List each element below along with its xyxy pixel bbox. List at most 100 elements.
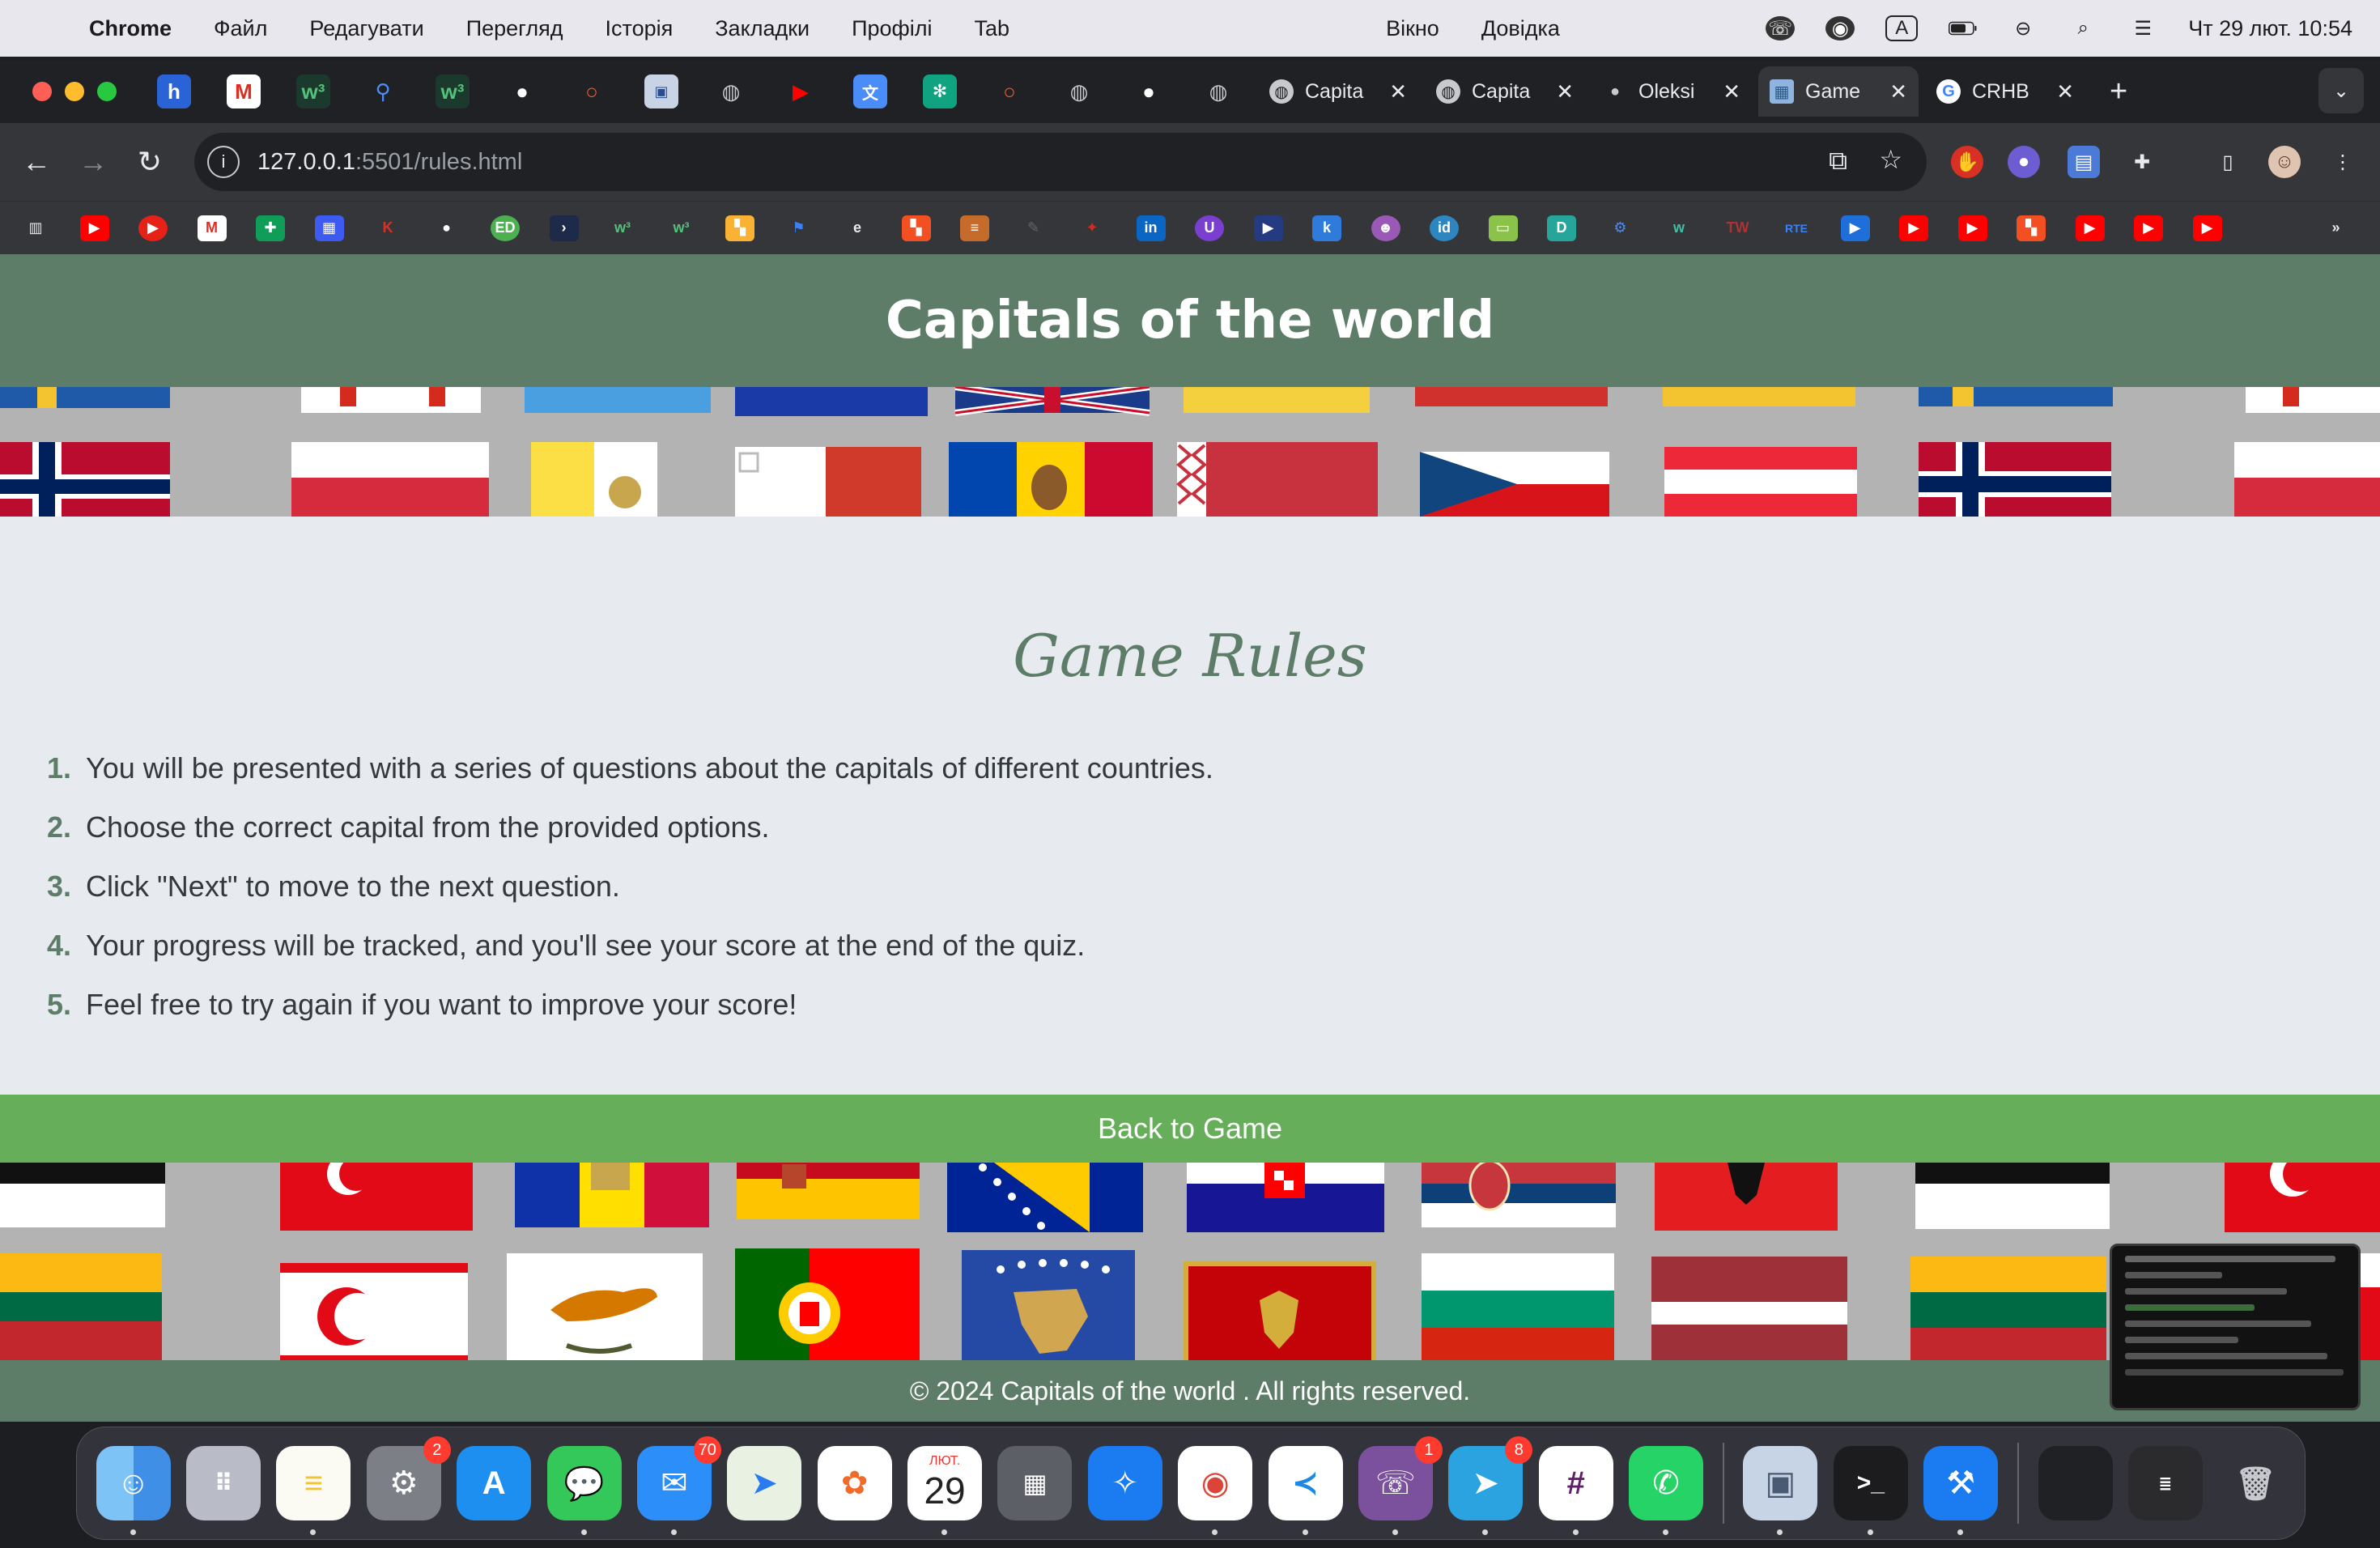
bookmark-k-blue-icon[interactable]: k bbox=[1312, 215, 1341, 241]
menu-window[interactable]: Вікно bbox=[1386, 16, 1439, 41]
bookmark-github-icon[interactable]: ● bbox=[431, 215, 461, 241]
ai-extension-icon[interactable]: ● bbox=[2008, 146, 2040, 178]
close-tab-icon[interactable]: ✕ bbox=[2056, 79, 2074, 104]
minimized-window-icon[interactable] bbox=[2038, 1446, 2113, 1520]
bookmark-w-icon[interactable]: w bbox=[1664, 215, 1694, 241]
bookmark-microsoft-icon[interactable]: ▚ bbox=[2017, 215, 2046, 241]
bookmark-d-icon[interactable]: D bbox=[1547, 215, 1576, 241]
minimize-window-button[interactable] bbox=[65, 82, 84, 101]
back-to-game-button[interactable]: Back to Game bbox=[0, 1095, 2380, 1163]
extension-x-icon[interactable]: ▤ bbox=[2068, 146, 2100, 178]
new-tab-button[interactable]: + bbox=[2110, 74, 2127, 109]
site-info-icon[interactable]: i bbox=[207, 146, 240, 178]
pinned-tab-chatgpt-icon[interactable]: ✻ bbox=[923, 74, 957, 108]
xcode-icon[interactable]: ⚒ bbox=[1923, 1446, 1999, 1535]
bookmark-skull-icon[interactable]: ☻ bbox=[1371, 215, 1400, 241]
vscode-icon[interactable]: ≺ bbox=[1268, 1446, 1343, 1535]
translate-icon[interactable]: ⧉ bbox=[1829, 146, 1847, 176]
grammarly-status-icon[interactable]: ◉ bbox=[1825, 16, 1855, 40]
bookmark-gmail-icon[interactable]: M bbox=[197, 215, 227, 241]
menu-file[interactable]: Файл bbox=[214, 16, 267, 41]
menu-view[interactable]: Перегляд bbox=[466, 16, 563, 41]
bookmark-arrow-icon[interactable]: ▶ bbox=[1253, 215, 1283, 241]
maps-icon[interactable]: ➤ bbox=[727, 1446, 802, 1520]
bookmark-youtube-icon-2[interactable]: ▶ bbox=[1899, 215, 1928, 241]
pinned-tab-github-icon[interactable]: ● bbox=[505, 74, 539, 108]
tab-google-search[interactable]: G CRHB ✕ bbox=[1925, 66, 2085, 117]
calculator-icon[interactable]: ▦ bbox=[997, 1446, 1073, 1520]
menu-bookmarks[interactable]: Закладки bbox=[715, 16, 810, 41]
telegram-icon[interactable]: ➤ 8 bbox=[1448, 1436, 1533, 1535]
bookmark-star-icon[interactable]: ☆ bbox=[1879, 144, 1902, 175]
bookmark-e-icon[interactable]: e bbox=[843, 215, 872, 241]
battery-icon[interactable] bbox=[1949, 16, 1978, 40]
pinned-tab-globe-icon-3[interactable]: ◍ bbox=[1201, 74, 1235, 108]
pinned-tab-opera-icon[interactable]: ○ bbox=[575, 74, 609, 108]
bookmark-flag-icon[interactable]: ⚑ bbox=[784, 215, 814, 241]
notes-icon[interactable]: ≡ bbox=[276, 1446, 351, 1535]
bookmark-apps-icon[interactable]: ▥ bbox=[21, 215, 50, 241]
browser-menu-icon[interactable]: ⋮ bbox=[2327, 146, 2359, 178]
menu-app-name[interactable]: Chrome bbox=[89, 16, 172, 41]
bookmark-tw-icon[interactable]: TW bbox=[1723, 215, 1753, 241]
photos-icon[interactable]: ✿ bbox=[817, 1446, 892, 1520]
bookmark-id-icon[interactable]: id bbox=[1430, 215, 1459, 241]
close-tab-icon[interactable]: ✕ bbox=[1723, 79, 1740, 104]
side-panel-icon[interactable]: ▯ bbox=[2212, 146, 2244, 178]
pinned-tab-github-icon-2[interactable]: ● bbox=[1132, 74, 1166, 108]
calendar-icon[interactable]: ЛЮТ. 29 bbox=[907, 1446, 983, 1535]
bookmark-pen-icon[interactable]: ✎ bbox=[1018, 215, 1048, 241]
messages-icon[interactable]: 💬 bbox=[546, 1446, 622, 1535]
close-tab-icon[interactable]: ✕ bbox=[1389, 79, 1407, 104]
tab-capitals-2[interactable]: ◍ Capita ✕ bbox=[1425, 66, 1585, 117]
viber-status-icon[interactable]: ☏ bbox=[1766, 16, 1796, 40]
forward-arrow-icon[interactable]: → bbox=[71, 140, 115, 184]
whatsapp-icon[interactable]: ✆ bbox=[1629, 1446, 1704, 1535]
bookmark-youtube-icon[interactable]: ▶ bbox=[79, 215, 109, 241]
bookmark-youtube-music-icon[interactable]: ▶ bbox=[138, 215, 168, 241]
menu-help[interactable]: Довідка bbox=[1481, 16, 1560, 41]
adblock-extension-icon[interactable]: ✋ bbox=[1951, 146, 1983, 178]
screen-mirroring-icon[interactable]: ⊖ bbox=[2008, 16, 2038, 40]
bookmark-windows-icon[interactable]: ▚ bbox=[901, 215, 931, 241]
bookmark-w3schools-icon-2[interactable]: w³ bbox=[666, 215, 696, 241]
bookmark-stripes-icon[interactable]: ≡ bbox=[960, 215, 989, 241]
pinned-tab-hashnode-icon[interactable]: h bbox=[157, 74, 191, 108]
pinned-tab-crest-icon[interactable]: ▣ bbox=[644, 74, 678, 108]
bookmark-youtube-icon-6[interactable]: ▶ bbox=[2192, 215, 2222, 241]
keyboard-layout-indicator[interactable]: A bbox=[1885, 15, 1919, 41]
pinned-tab-w3schools-icon[interactable]: w³ bbox=[296, 74, 330, 108]
pinned-tab-youtube-icon[interactable]: ▶ bbox=[784, 74, 818, 108]
bookmark-green-icon[interactable]: ▭ bbox=[1488, 215, 1518, 241]
extensions-puzzle-icon[interactable]: ✚ bbox=[2126, 146, 2158, 178]
pinned-tab-w3schools-icon-2[interactable]: w³ bbox=[436, 74, 470, 108]
bookmark-w3schools-icon[interactable]: w³ bbox=[608, 215, 637, 241]
pinned-tab-opera-icon-2[interactable]: ○ bbox=[992, 74, 1026, 108]
tab-github-profile[interactable]: ● Oleksi ✕ bbox=[1592, 66, 1752, 117]
bookmark-youtube-icon-4[interactable]: ▶ bbox=[2075, 215, 2105, 241]
bookmark-linkedin-icon[interactable]: in bbox=[1136, 215, 1166, 241]
system-settings-icon[interactable]: ⚙ 2 bbox=[366, 1436, 451, 1520]
tab-capitals-1[interactable]: ◍ Capita ✕ bbox=[1258, 66, 1418, 117]
menu-tab[interactable]: Tab bbox=[975, 16, 1010, 41]
bookmark-u-icon[interactable]: U bbox=[1195, 215, 1224, 241]
back-arrow-icon[interactable]: ← bbox=[15, 140, 58, 184]
bookmark-network-icon[interactable]: ▦ bbox=[314, 215, 344, 241]
address-bar[interactable]: i 127.0.0.1:5501/rules.html ⧉ ☆ bbox=[194, 133, 1927, 191]
close-tab-icon[interactable]: ✕ bbox=[1556, 79, 1574, 104]
terminal-icon[interactable]: >_ bbox=[1833, 1446, 1908, 1535]
chrome-icon[interactable]: ◉ bbox=[1178, 1446, 1253, 1535]
bookmark-ed-icon[interactable]: ED bbox=[491, 215, 520, 241]
picture-in-picture-window[interactable] bbox=[2110, 1244, 2361, 1410]
safari-icon[interactable]: ✧ bbox=[1087, 1446, 1162, 1520]
pinned-tab-search-icon[interactable]: ⚲ bbox=[366, 74, 400, 108]
bookmark-tiles-icon[interactable]: ▚ bbox=[725, 215, 754, 241]
menu-profiles[interactable]: Профілі bbox=[852, 16, 932, 41]
spotlight-search-icon[interactable]: ⌕ bbox=[2068, 16, 2097, 40]
profile-avatar[interactable]: ☺ bbox=[2268, 146, 2301, 178]
control-center-icon[interactable]: ☰ bbox=[2128, 16, 2157, 40]
pinned-tab-globe-icon-2[interactable]: ◍ bbox=[1062, 74, 1096, 108]
tab-search-chevron-icon[interactable]: ⌄ bbox=[2318, 68, 2364, 113]
menu-clock[interactable]: Чт 29 лют. 10:54 bbox=[2188, 16, 2352, 41]
bookmark-gear-icon[interactable]: ⚙ bbox=[1605, 215, 1635, 241]
